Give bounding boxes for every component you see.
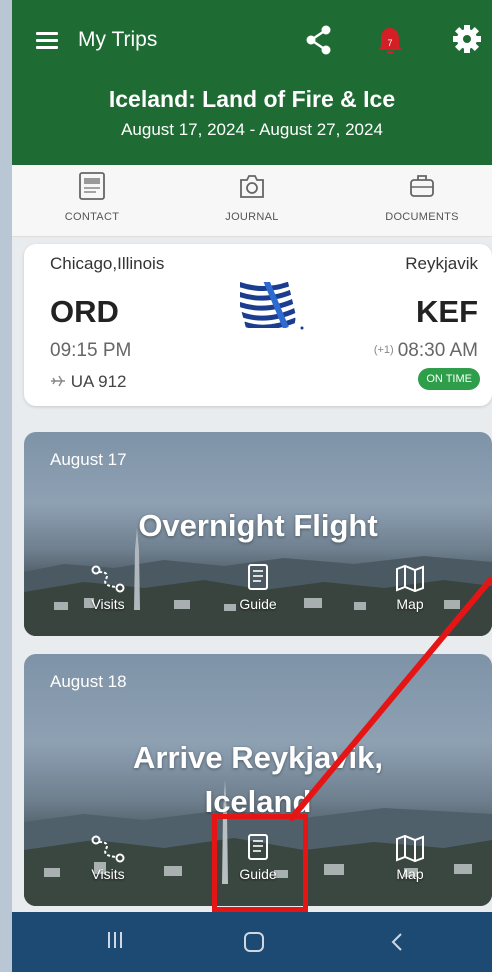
tab-journal[interactable]: JOURNAL	[182, 165, 322, 237]
guide-button[interactable]: Guide	[218, 562, 298, 612]
map-button[interactable]: Map	[370, 562, 450, 612]
origin-airport-code: ORD	[50, 294, 119, 329]
status-badge: ON TIME	[418, 368, 480, 390]
day-date: August 18	[50, 672, 127, 691]
recent-apps-button[interactable]	[108, 932, 128, 952]
briefcase-icon	[410, 175, 434, 197]
day-title: Overnight Flight	[138, 508, 378, 543]
share-icon[interactable]	[304, 24, 334, 56]
tab-documents-label: DOCUMENTS	[385, 211, 459, 223]
map-icon	[396, 834, 424, 863]
tab-journal-label: JOURNAL	[225, 211, 279, 223]
arrival-time-row: (+1) 08:30 AM	[374, 340, 478, 362]
tab-contact-label: CONTACT	[64, 211, 120, 223]
hamburger-menu-icon[interactable]	[36, 32, 60, 50]
trip-title: Iceland: Land of Fire & Ice	[108, 86, 396, 112]
flight-card[interactable]: Chicago,Illinois Reykjavik ORD KEF 09:15…	[24, 244, 492, 406]
app-title: My Trips	[78, 28, 158, 51]
contact-card-icon	[79, 172, 105, 200]
top-app-bar: My Trips 7	[12, 20, 492, 64]
visits-label: Visits	[91, 866, 125, 882]
day-card-august-17[interactable]: August 17 Overnight Flight Visits Guide	[24, 432, 492, 636]
day-offset: (+1)	[373, 344, 394, 356]
plane-icon	[51, 375, 65, 387]
notification-bell-icon[interactable]: 7	[376, 25, 404, 57]
trip-dates: August 17, 2024 - August 27, 2024	[121, 120, 383, 139]
back-button[interactable]	[390, 932, 404, 952]
camera-icon	[240, 175, 264, 198]
trip-tab-bar: CONTACT JOURNAL DOCUMENTS	[12, 165, 492, 237]
route-icon	[91, 565, 125, 593]
arrival-time: 08:30 AM	[397, 340, 478, 361]
visits-label: Visits	[91, 596, 125, 612]
map-label: Map	[396, 596, 424, 612]
flight-number: UA 912	[70, 372, 127, 391]
airline-globe-logo	[240, 282, 304, 330]
map-icon	[396, 564, 424, 593]
system-navigation-bar	[12, 912, 492, 972]
map-button[interactable]: Map	[370, 832, 450, 882]
day-title-line-1: Arrive Reykjavik,	[133, 740, 383, 775]
guide-book-icon	[248, 564, 268, 590]
trip-header: My Trips 7 Iceland: Land of Fire & Ice A…	[12, 0, 492, 165]
guide-label: Guide	[239, 596, 277, 612]
notification-count-badge: 7	[387, 38, 393, 48]
departure-time: 09:15 PM	[50, 340, 132, 361]
flight-number-row: UA 912	[50, 372, 127, 392]
day-date: August 17	[50, 450, 127, 469]
visits-button[interactable]: Visits	[68, 834, 148, 882]
destination-city: Reykjavik	[405, 254, 478, 273]
tab-documents[interactable]: DOCUMENTS	[352, 165, 492, 237]
origin-city: Chicago,Illinois	[50, 254, 165, 273]
tab-contact[interactable]: CONTACT	[22, 165, 162, 237]
gear-icon[interactable]	[452, 24, 482, 54]
map-label: Map	[396, 866, 424, 882]
home-button[interactable]	[244, 932, 264, 952]
destination-airport-code: KEF	[416, 294, 478, 329]
route-icon	[91, 835, 125, 863]
visits-button[interactable]: Visits	[68, 564, 148, 612]
annotation-highlight-box	[212, 814, 308, 912]
